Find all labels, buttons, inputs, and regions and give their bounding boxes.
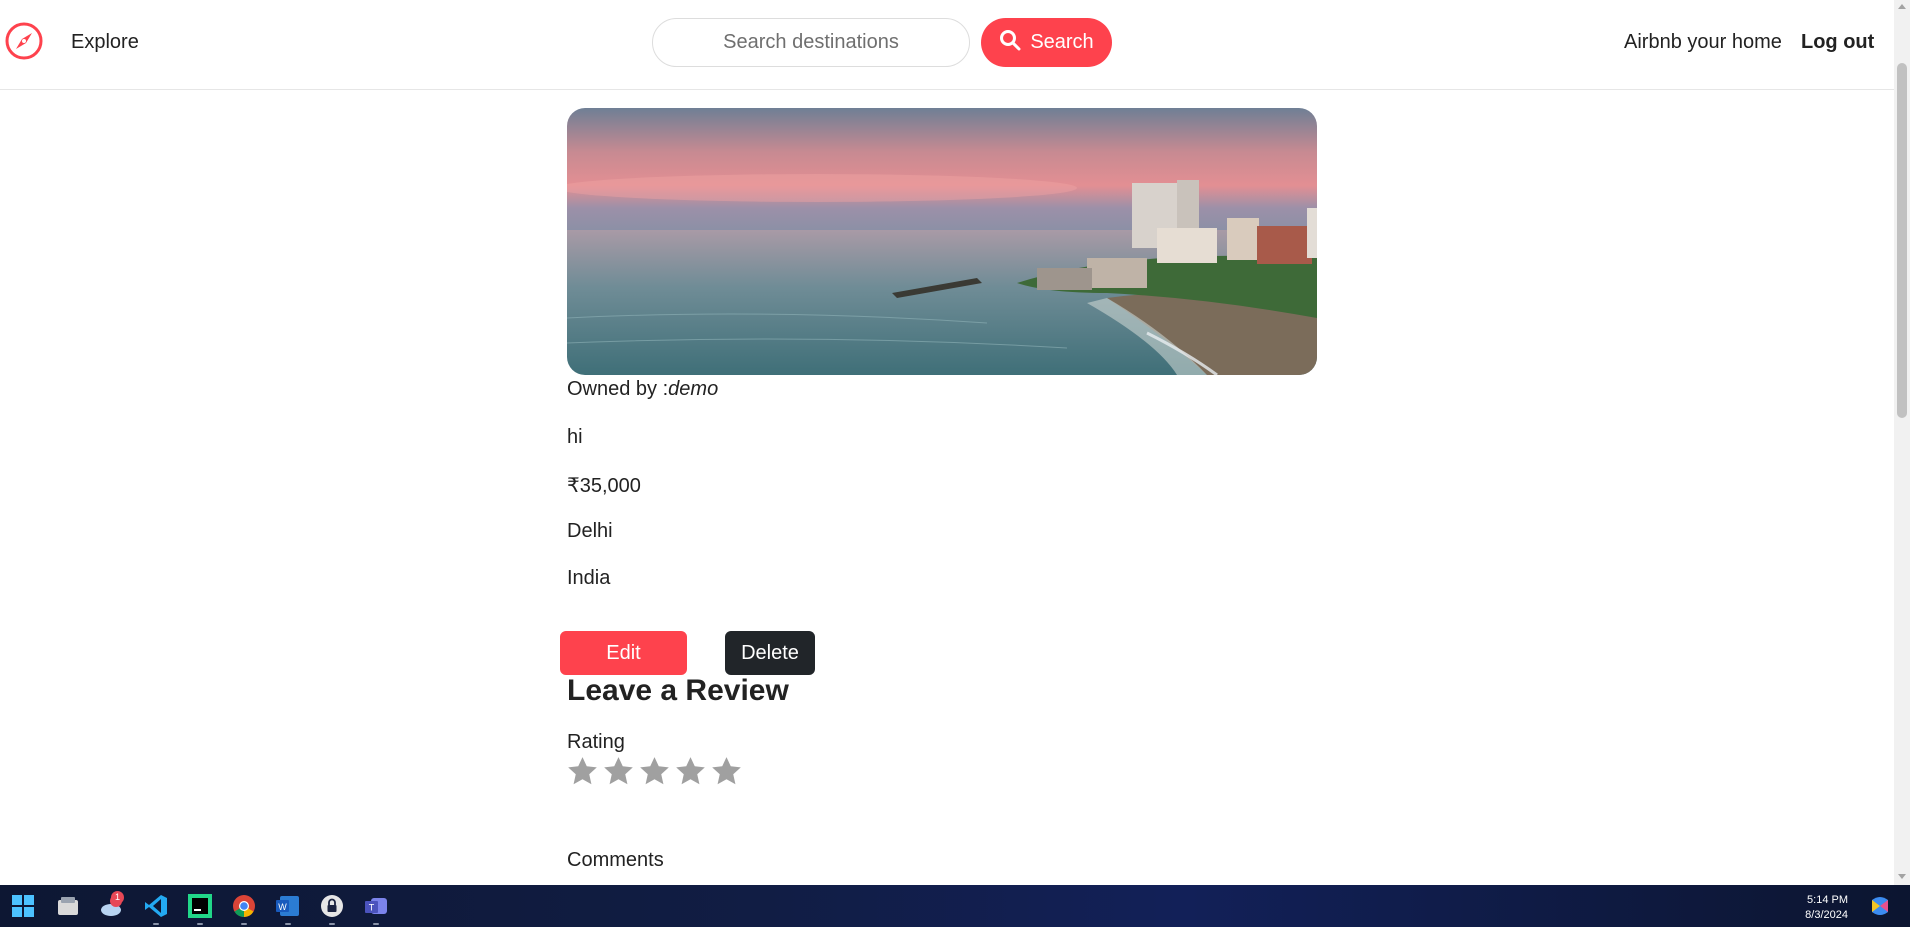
teams-icon[interactable]: T: [363, 893, 389, 919]
listing-image: [567, 108, 1317, 375]
vscode-icon[interactable]: [143, 893, 169, 919]
windows-taskbar: W T 1: [0, 885, 1910, 927]
navbar: Explore Search Airbnb your home Log out: [0, 0, 1894, 90]
scroll-down-arrow-icon[interactable]: [1898, 874, 1906, 879]
listing-country: India: [567, 567, 611, 589]
star-rating[interactable]: [566, 755, 743, 788]
star-icon[interactable]: [602, 755, 635, 788]
taskbar-active-indicator: [285, 923, 291, 925]
taskbar-active-indicator: [153, 923, 159, 925]
rating-label: Rating: [567, 731, 625, 753]
taskbar-active-indicator: [373, 923, 379, 925]
star-icon[interactable]: [638, 755, 671, 788]
taskbar-active-indicator: [329, 923, 335, 925]
svg-text:W: W: [278, 902, 287, 912]
listing-description: hi: [567, 426, 583, 448]
search-button[interactable]: Search: [981, 18, 1112, 67]
page-scrollbar[interactable]: [1894, 0, 1910, 885]
compass-logo-icon[interactable]: [4, 21, 44, 61]
logout-link[interactable]: Log out: [1801, 31, 1874, 54]
owner-line: Owned by :demo: [567, 378, 718, 401]
listing-location: Delhi: [567, 520, 613, 542]
word-icon[interactable]: W: [275, 893, 301, 919]
listing-price: ₹35,000: [567, 475, 641, 497]
file-explorer-icon[interactable]: [55, 893, 81, 919]
search-button-label: Search: [1030, 31, 1094, 53]
nav-explore-link[interactable]: Explore: [71, 31, 139, 54]
vpn-lock-icon[interactable]: [319, 893, 345, 919]
edit-button[interactable]: Edit: [560, 631, 687, 675]
owner-name: demo: [668, 378, 719, 400]
pycharm-icon[interactable]: [187, 893, 213, 919]
delete-button[interactable]: Delete: [725, 631, 815, 675]
review-heading: Leave a Review: [567, 674, 789, 707]
search-input[interactable]: [652, 18, 970, 67]
clock-date[interactable]: 8/3/2024: [1760, 909, 1848, 921]
svg-text:T: T: [369, 903, 375, 913]
search-icon: [999, 29, 1021, 57]
copilot-icon[interactable]: [1868, 894, 1892, 918]
clock-time[interactable]: 5:14 PM: [1760, 894, 1848, 906]
taskbar-active-indicator: [197, 923, 203, 925]
scroll-thumb[interactable]: [1897, 63, 1907, 418]
owner-label: Owned by :: [567, 378, 669, 400]
star-icon[interactable]: [674, 755, 707, 788]
windows-start-icon[interactable]: [10, 893, 36, 919]
airbnb-your-home-link[interactable]: Airbnb your home: [1624, 31, 1782, 54]
taskbar-active-indicator: [241, 923, 247, 925]
star-icon[interactable]: [566, 755, 599, 788]
weather-notification-badge: 1: [111, 891, 124, 904]
chrome-icon[interactable]: [231, 893, 257, 919]
star-icon[interactable]: [710, 755, 743, 788]
comments-label: Comments: [567, 849, 664, 871]
scroll-up-arrow-icon[interactable]: [1898, 4, 1906, 9]
